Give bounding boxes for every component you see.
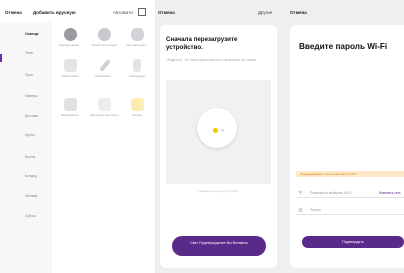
page-title: Введите пароль Wi-Fi xyxy=(299,42,388,51)
category-item[interactable]: Зубны xyxy=(0,214,52,218)
network-note: Поддерживается только сеть Wi-Fi 2,4ГГ xyxy=(296,171,404,177)
wifi-network-field: Пожалуйста выберите Wi-Fi xyxy=(310,191,352,195)
password-field[interactable]: Пароль xyxy=(310,208,321,212)
wifi-header: Отмена xyxy=(285,0,404,22)
active-category-indicator xyxy=(0,54,2,62)
device-tile[interactable]: Светодио-дная... xyxy=(121,24,153,56)
led-strip-icon xyxy=(98,98,111,111)
category-item[interactable]: Элек xyxy=(0,51,52,55)
other-button[interactable]: Другие xyxy=(258,10,272,15)
device-label: Умная лампа xyxy=(61,74,79,78)
device-label: Светодио-дная... xyxy=(126,43,148,47)
device-tile[interactable]: Выключатель xyxy=(54,94,86,126)
category-item[interactable]: Кондиц xyxy=(0,174,52,178)
night-light-icon xyxy=(131,98,144,111)
category-item[interactable]: Освеще xyxy=(0,32,52,36)
device-label: Выключатель xyxy=(61,113,79,117)
ceiling-light-icon xyxy=(98,28,111,41)
bulb-icon xyxy=(64,59,77,72)
switch-icon xyxy=(64,98,77,111)
wifi-icon xyxy=(298,190,303,195)
led-icon xyxy=(133,59,141,72)
wifi-card: Введите пароль Wi-Fi Поддерживается толь… xyxy=(290,25,404,268)
wifi-select-row[interactable]: Пожалуйста выберите Wi-Fi Изменить сеть xyxy=(296,188,404,198)
smart-bulb-icon xyxy=(197,108,237,148)
device-grid: Светоди-одная... Умный потолочный Светод… xyxy=(52,22,155,273)
instruction-text: Убедитесь, что была подготовлена и загор… xyxy=(166,58,256,62)
change-network-link[interactable]: Изменить сеть xyxy=(379,191,401,195)
cancel-button[interactable]: Отмена xyxy=(158,10,175,15)
app-screens: Отмена Добавить вручную Автомати Освеще … xyxy=(0,0,404,273)
category-sidebar: Освеще Элек Прис Камеры Датчики Крупн Бы… xyxy=(0,22,52,273)
device-tile[interactable]: Светоди-одная... xyxy=(54,24,86,56)
hint-text: Нажмите кнопку на устройстве xyxy=(198,189,239,193)
lamp-icon xyxy=(131,28,144,41)
indicator-light xyxy=(213,128,218,133)
device-label: Умный потолочный xyxy=(91,43,117,47)
device-tile[interactable]: Ночник xyxy=(121,94,153,126)
add-device-header: Отмена Добавить вручную Автомати xyxy=(0,0,155,22)
category-item[interactable]: Крупн xyxy=(0,133,52,137)
page-title: Сначала перезагрузите устройство. xyxy=(166,36,238,51)
password-row[interactable]: Пароль xyxy=(296,205,404,215)
device-tile[interactable]: Светодиоды xyxy=(121,55,153,87)
scan-icon[interactable] xyxy=(138,8,146,16)
tab-manual-add[interactable]: Добавить вручную xyxy=(33,10,76,15)
device-tile[interactable]: Светильник... xyxy=(88,55,120,87)
confirm-reset-button[interactable]: Свет Подтверждение Вы Вставить xyxy=(172,236,266,256)
category-item[interactable]: Камеры xyxy=(0,94,52,98)
indicator-dot xyxy=(221,129,224,132)
cancel-button[interactable]: Отмена xyxy=(290,10,307,15)
bulb-icon xyxy=(64,28,77,41)
confirm-button[interactable]: Подтвердить xyxy=(302,236,404,248)
wifi-password-screen: Отмена Введите пароль Wi-Fi Поддерживает… xyxy=(285,0,404,273)
device-tile[interactable]: Умный потолочный xyxy=(88,24,120,56)
device-label: Светодиод-ная лента xyxy=(90,113,118,117)
device-label: Ночник xyxy=(132,113,142,117)
device-tile[interactable]: Умная лампа xyxy=(54,55,86,87)
category-item[interactable]: Прис xyxy=(0,73,52,77)
reset-header: Отмена Другие xyxy=(155,0,285,22)
lock-icon xyxy=(298,207,303,212)
device-label: Светодиоды xyxy=(128,74,145,78)
device-tile[interactable]: Светодиод-ная лента xyxy=(88,94,120,126)
tab-auto-scan[interactable]: Автомати xyxy=(113,10,133,15)
category-item[interactable]: Мелкий xyxy=(0,194,52,198)
cancel-button[interactable]: Отмена xyxy=(5,10,22,15)
device-label: Светоди-одная... xyxy=(59,43,81,47)
add-device-screen: Отмена Добавить вручную Автомати Освеще … xyxy=(0,0,155,273)
device-label: Светильник... xyxy=(95,74,113,78)
device-illustration xyxy=(166,80,271,184)
category-item[interactable]: Датчики xyxy=(0,114,52,118)
reset-card: Сначала перезагрузите устройство. Убедит… xyxy=(160,25,277,268)
light-strip-icon xyxy=(99,59,111,72)
category-item[interactable]: Бытов xyxy=(0,155,52,159)
reset-device-screen: Отмена Другие Сначала перезагрузите устр… xyxy=(155,0,285,273)
